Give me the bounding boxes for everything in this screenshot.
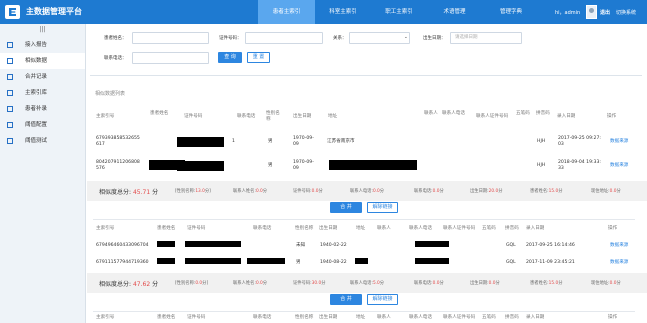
- merge-button[interactable]: 合 并: [330, 294, 362, 305]
- settings-icon: [7, 122, 13, 128]
- report-icon: [7, 42, 13, 48]
- id-number-input[interactable]: [245, 32, 323, 44]
- nav-terminology[interactable]: 术语管理: [427, 0, 482, 24]
- data-source-link[interactable]: 数据来源: [610, 163, 628, 169]
- table-row: 679496460433096704 未知 1940-02-22 GQL 2017-09…: [96, 241, 629, 249]
- test-icon: [7, 138, 13, 144]
- sidebar-item-patient-supplement[interactable]: 患者补录: [0, 101, 85, 117]
- data-source-link[interactable]: 数据来源: [610, 260, 628, 266]
- sidebar-item-similar-data[interactable]: 相似数据: [0, 53, 85, 69]
- table-row: 679393858532655 617 1 男 1970-09- 09 江苏省南…: [96, 136, 629, 147]
- main-content: 患者姓名： 证件号码： 关系： ⌄ 出生日期： 请选择日期 联系电话： 查 询 …: [87, 24, 647, 323]
- user-greeting: hi，admin: [555, 10, 581, 16]
- id-number-label: 证件号码：: [219, 36, 242, 41]
- patient-name-input[interactable]: [132, 32, 209, 44]
- similarity-summary: 相似度总分: 47.62 分 [性别名称:0.0分] 联系人姓名:0.0分 证件…: [87, 273, 647, 293]
- nav-patient-index[interactable]: 患者主索引: [258, 0, 315, 24]
- main-nav: 患者主索引 科室主索引 职工主索引 术语管理 管理字典: [258, 0, 540, 24]
- data-source-link[interactable]: 数据来源: [610, 243, 628, 249]
- section-title: 相似数据列表: [95, 91, 126, 97]
- nav-department-index[interactable]: 科室主索引: [315, 0, 371, 24]
- contact-phone-input[interactable]: [132, 52, 209, 64]
- sidebar-item-merge-records[interactable]: 合并记录: [0, 69, 85, 85]
- table-row: 679111577944719360 男 1940-08-22 GQL 2017-11-…: [96, 258, 629, 266]
- reset-button[interactable]: 重 置: [247, 52, 270, 63]
- sidebar-item-access-report[interactable]: 接入报告: [0, 37, 85, 53]
- section-divider: [90, 75, 642, 76]
- table-header: 主索引号 患者姓名 证件号码 联系电话 性别名称 出生日期 地址 联系人 联系人电话 联系人证件号…: [96, 315, 618, 320]
- filter-panel: 患者姓名： 证件号码： 关系： ⌄ 出生日期： 请选择日期 联系电话： 查 询 …: [87, 24, 647, 71]
- nav-staff-index[interactable]: 职工主索引: [371, 0, 427, 24]
- switch-system-link[interactable]: 切换系统: [616, 9, 636, 16]
- search-button[interactable]: 查 询: [218, 52, 242, 63]
- contact-phone-label: 联系电话：: [104, 56, 127, 61]
- table-row: 804207911206808 576 男 1970-09- 09 HJH 20…: [96, 160, 629, 171]
- sidebar: ||| 接入报告 相似数据 合并记录 主索引库 患者补录 阈值配置 阈值测试: [0, 24, 86, 323]
- merge-icon: [7, 74, 13, 80]
- edit-icon: [7, 106, 13, 112]
- top-bar: 主数据管理平台 患者主索引 科室主索引 职工主索引 术语管理 管理字典 hi，a…: [0, 0, 647, 24]
- similarity-summary: 相似度总分: 45.71 分 [性别名称:13.0分] 联系人姓名:0.0分 证…: [87, 181, 647, 201]
- birth-date-label: 出生日期：: [423, 36, 446, 41]
- relation-label: 关系：: [333, 36, 347, 41]
- data-source-link[interactable]: 数据来源: [610, 139, 628, 145]
- sidebar-item-threshold-test[interactable]: 阈值测试: [0, 133, 85, 149]
- redacted-id: [177, 137, 224, 147]
- redacted-address: [329, 160, 417, 170]
- unlink-button[interactable]: 解除链接: [367, 294, 398, 305]
- unlink-button[interactable]: 解除链接: [367, 202, 398, 213]
- similar-data-icon: [7, 58, 13, 64]
- group-divider: [93, 219, 635, 220]
- app-title: 主数据管理平台: [26, 7, 82, 16]
- birth-date-input[interactable]: 请选择日期: [450, 32, 522, 44]
- chevron-down-icon: ⌄: [404, 35, 408, 40]
- table-header: 主索引号 患者姓名 证件号码 联系电话 性别名称 出生日期 地址 联系人 联系人电话 联系人证件号…: [96, 226, 618, 231]
- table-header: 主索引号 患者姓名 证件号码 联系电话 性别名称 出生日期 地址 联系人 联系人…: [96, 111, 617, 122]
- app-logo-icon: [5, 5, 20, 19]
- merge-button[interactable]: 合 并: [330, 202, 362, 213]
- logout-link[interactable]: 退出: [600, 9, 610, 16]
- sidebar-item-master-index[interactable]: 主索引库: [0, 85, 85, 101]
- avatar[interactable]: [586, 5, 597, 19]
- nav-dictionary[interactable]: 管理字典: [482, 0, 540, 24]
- collapse-icon[interactable]: |||: [0, 24, 85, 37]
- redacted-id: [177, 161, 224, 171]
- database-icon: [7, 90, 13, 96]
- patient-name-label: 患者姓名：: [104, 36, 127, 41]
- sidebar-item-threshold-config[interactable]: 阈值配置: [0, 117, 85, 133]
- relation-select[interactable]: [349, 32, 410, 44]
